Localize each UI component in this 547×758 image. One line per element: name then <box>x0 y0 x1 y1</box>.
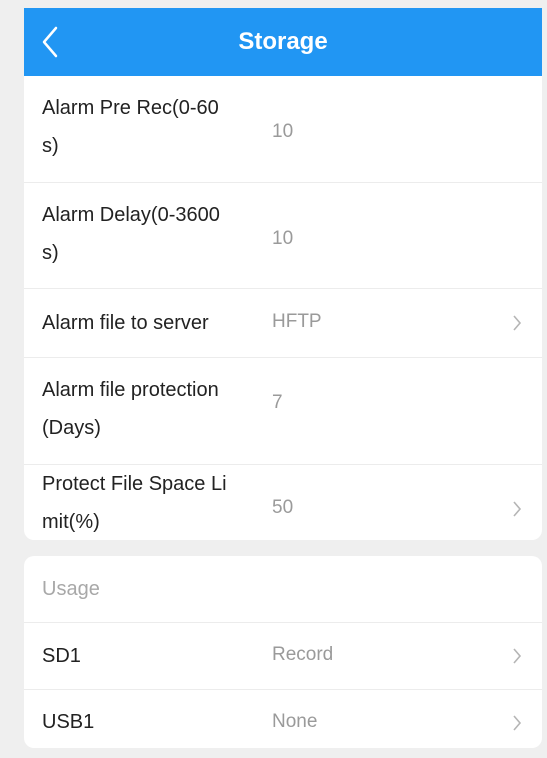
setting-label: Alarm file to server <box>42 312 209 334</box>
usage-section-header: Usage <box>24 556 542 623</box>
setting-value: 10 <box>272 121 294 142</box>
setting-row-protect-file-space-limit[interactable]: Protect File Space Li mit(%) 50 <box>24 465 542 541</box>
usage-row-usb1[interactable]: USB1 None <box>24 690 542 750</box>
setting-row-alarm-delay[interactable]: Alarm Delay(0-3600 s) 10 <box>24 183 542 289</box>
setting-label: Alarm Pre Rec(0-60 s) <box>42 97 219 157</box>
usage-value: Record <box>272 644 334 665</box>
usage-row-sd1[interactable]: SD1 Record <box>24 623 542 690</box>
chevron-right-icon <box>513 648 522 664</box>
setting-label: Alarm Delay(0-3600 s) <box>42 204 220 264</box>
setting-value: 10 <box>272 228 294 249</box>
usage-label: SD1 <box>42 645 81 667</box>
usage-label: USB1 <box>42 711 95 733</box>
storage-screen: Storage Alarm Pre Rec(0-60 s) 10 Alarm D… <box>0 0 547 758</box>
usage-value: None <box>272 711 318 732</box>
chevron-right-icon <box>513 715 522 731</box>
chevron-right-icon <box>513 501 522 517</box>
setting-row-alarm-file-to-server[interactable]: Alarm file to server HFTP <box>24 289 542 358</box>
setting-value: HFTP <box>272 311 322 332</box>
setting-label: Protect File Space Li mit(%) <box>42 473 227 533</box>
setting-row-alarm-file-protection[interactable]: Alarm file protection (Days) 7 <box>24 358 542 465</box>
section-title: Usage <box>42 578 100 600</box>
setting-label: Alarm file protection (Days) <box>42 379 219 439</box>
storage-settings-card: Alarm Pre Rec(0-60 s) 10 Alarm Delay(0-3… <box>24 76 542 540</box>
header-bar: Storage <box>24 8 542 76</box>
page-title: Storage <box>238 28 328 55</box>
chevron-right-icon <box>513 315 522 331</box>
usage-card: Usage SD1 Record USB1 None <box>24 556 542 748</box>
setting-value: 7 <box>272 392 283 413</box>
setting-value: 50 <box>272 497 294 518</box>
setting-row-alarm-pre-rec[interactable]: Alarm Pre Rec(0-60 s) 10 <box>24 76 542 183</box>
